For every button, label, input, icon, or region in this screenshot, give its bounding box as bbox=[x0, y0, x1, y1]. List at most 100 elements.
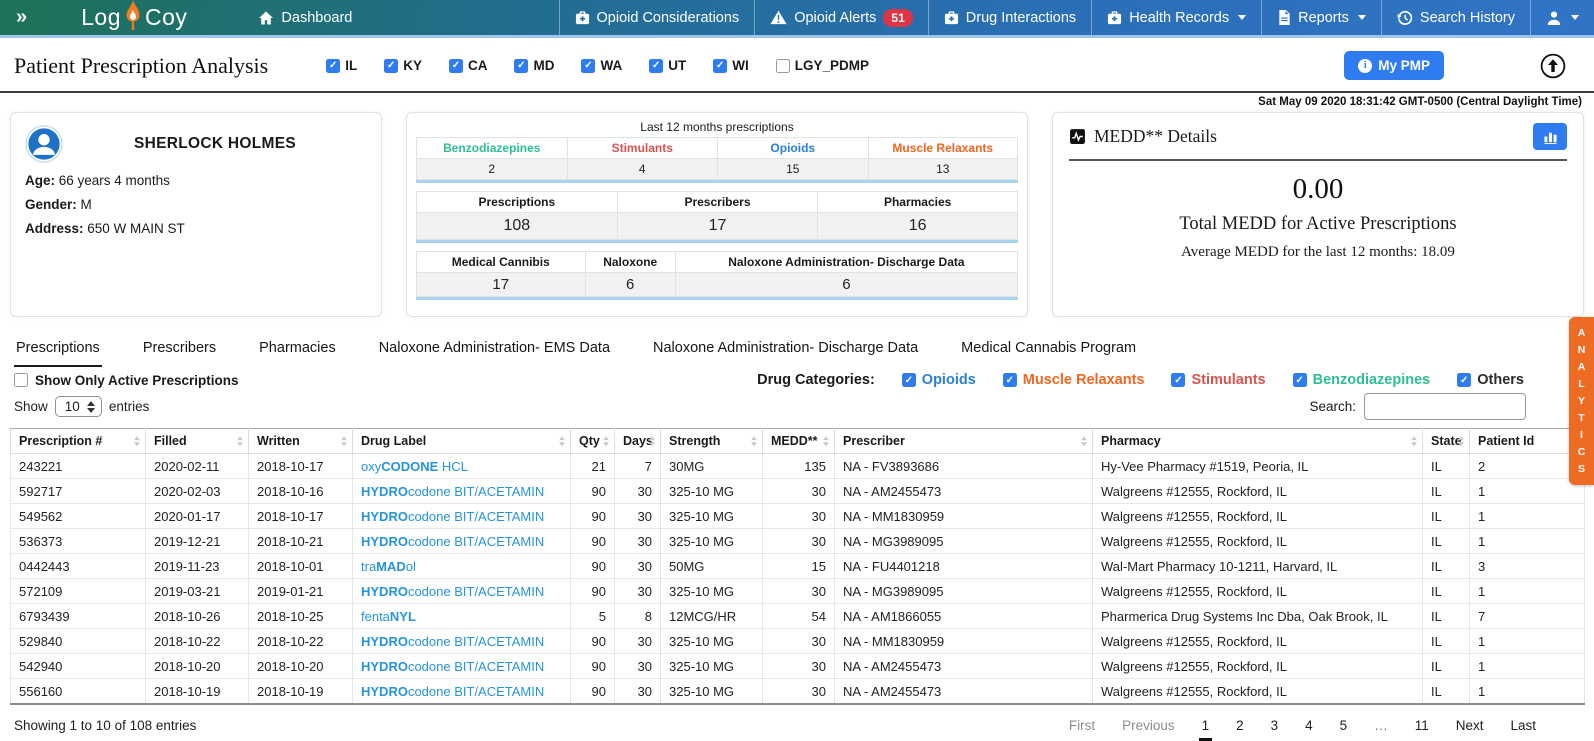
checkbox-checked[interactable]: ✓ bbox=[902, 373, 916, 387]
drug-label-link[interactable]: fentaNYL bbox=[361, 609, 416, 624]
state-filter-ky[interactable]: ✓KY bbox=[384, 58, 422, 73]
col-header-qty[interactable]: Qty bbox=[571, 429, 615, 454]
checkbox-checked[interactable]: ✓ bbox=[1293, 373, 1307, 387]
cell-filled-date: 2018-10-19 bbox=[146, 679, 249, 705]
cell-patient-id: 1 bbox=[1470, 529, 1585, 554]
checkbox-checked[interactable]: ✓ bbox=[581, 59, 595, 73]
page-next[interactable]: Next bbox=[1456, 718, 1484, 733]
page-size-select[interactable]: 10 bbox=[55, 396, 102, 417]
col-header-filled[interactable]: Filled bbox=[146, 429, 249, 454]
cell-strength: 325-10 MG bbox=[661, 479, 763, 504]
drug-category-benzodiazepines[interactable]: ✓Benzodiazepines bbox=[1293, 372, 1431, 388]
cell-written-date: 2019-01-21 bbox=[249, 579, 353, 604]
search-input[interactable] bbox=[1364, 393, 1526, 420]
drug-label-link[interactable]: HYDROcodone BIT/ACETAMIN bbox=[361, 534, 544, 549]
drug-category-stimulants[interactable]: ✓Stimulants bbox=[1171, 372, 1265, 388]
logicoy-logo[interactable]: Log Coy bbox=[41, 0, 197, 35]
category-value-muscle-relaxants: 13 bbox=[868, 158, 1019, 180]
nav-dashboard[interactable]: Dashboard bbox=[243, 0, 367, 35]
state-label: MD bbox=[533, 58, 554, 73]
medd-chart-button[interactable] bbox=[1533, 123, 1567, 150]
cell-medd: 54 bbox=[763, 604, 835, 629]
drug-label-link[interactable]: HYDROcodone BIT/ACETAMIN bbox=[361, 584, 544, 599]
drug-label-link[interactable]: HYDROcodone BIT/ACETAMIN bbox=[361, 484, 544, 499]
analytics-side-tab[interactable]: ANALYTICS bbox=[1569, 317, 1594, 485]
age-label: Age: bbox=[25, 173, 55, 188]
my-pmp-button[interactable]: i My PMP bbox=[1344, 51, 1444, 80]
checkbox-checked[interactable]: ✓ bbox=[713, 59, 727, 73]
drug-label-link[interactable]: HYDROcodone BIT/ACETAMIN bbox=[361, 684, 544, 699]
state-filter-md[interactable]: ✓ MD bbox=[514, 58, 554, 73]
drug-label-link[interactable]: HYDROcodone BIT/ACETAMIN bbox=[361, 659, 544, 674]
tab-prescriptions[interactable]: Prescriptions bbox=[14, 334, 102, 367]
checkbox-checked[interactable]: ✓ bbox=[449, 59, 463, 73]
nav-opioid-alerts[interactable]: Opioid Alerts 51 bbox=[754, 0, 928, 35]
page-11[interactable]: 11 bbox=[1415, 718, 1429, 733]
scroll-top-icon[interactable] bbox=[1540, 53, 1566, 79]
drug-label-link[interactable]: traMADol bbox=[361, 559, 416, 574]
medd-report-icon bbox=[1069, 128, 1086, 145]
checkbox-checked[interactable]: ✓ bbox=[1003, 373, 1017, 387]
col-header-prescriber[interactable]: Prescriber bbox=[835, 429, 1093, 454]
col-header-strength[interactable]: Strength bbox=[661, 429, 763, 454]
checkbox-checked[interactable]: ✓ bbox=[649, 59, 663, 73]
col-header-days[interactable]: Days bbox=[615, 429, 661, 454]
cell-medd: 30 bbox=[763, 629, 835, 654]
col-header-prescription[interactable]: Prescription # bbox=[11, 429, 146, 454]
col-header-pharmacy[interactable]: Pharmacy bbox=[1093, 429, 1423, 454]
col-header-medd[interactable]: MEDD** bbox=[763, 429, 835, 454]
nav-search-history[interactable]: Search History bbox=[1381, 0, 1530, 35]
checkbox-checked[interactable]: ✓ bbox=[1171, 373, 1185, 387]
nav-reports-label: Reports bbox=[1298, 10, 1349, 26]
cell-written-date: 2018-10-16 bbox=[249, 479, 353, 504]
sort-icon bbox=[649, 436, 655, 446]
page-3[interactable]: 3 bbox=[1271, 718, 1279, 733]
drug-category-opioids[interactable]: ✓Opioids bbox=[902, 372, 976, 388]
state-filter-wa[interactable]: ✓WA bbox=[581, 58, 622, 73]
tab-naloxone-administration-ems-data[interactable]: Naloxone Administration- EMS Data bbox=[377, 334, 612, 367]
state-filter-ut[interactable]: ✓UT bbox=[649, 58, 686, 73]
nav-health-records[interactable]: Health Records bbox=[1091, 0, 1261, 35]
checkbox-checked[interactable]: ✓ bbox=[1457, 373, 1471, 387]
tab-prescribers[interactable]: Prescribers bbox=[141, 334, 218, 367]
cell-prescription-number: 0442443 bbox=[11, 554, 146, 579]
nav-opioid-considerations[interactable]: Opioid Considerations bbox=[559, 0, 755, 35]
drug-category-muscle-relaxants[interactable]: ✓Muscle Relaxants bbox=[1003, 372, 1145, 388]
page-5[interactable]: 5 bbox=[1340, 718, 1348, 733]
state-filter-wi[interactable]: ✓WI bbox=[713, 58, 749, 73]
tab-naloxone-administration-discharge-data[interactable]: Naloxone Administration- Discharge Data bbox=[651, 334, 920, 367]
drug-category-others[interactable]: ✓Others bbox=[1457, 372, 1524, 388]
cell-drug-label: HYDROcodone BIT/ACETAMIN bbox=[353, 479, 571, 504]
sidebar-collapse-icon[interactable]: » bbox=[0, 0, 41, 35]
col-header-state[interactable]: State bbox=[1423, 429, 1470, 454]
nav-user-menu[interactable] bbox=[1530, 0, 1594, 35]
count-value-pharmacies: 16 bbox=[817, 212, 1018, 240]
nav-drug-interactions-label: Drug Interactions bbox=[966, 10, 1076, 26]
page-1[interactable]: 1 bbox=[1202, 718, 1210, 733]
cell-days: 30 bbox=[615, 504, 661, 529]
checkbox-checked[interactable]: ✓ bbox=[326, 59, 340, 73]
patient-avatar-icon bbox=[25, 125, 63, 163]
page-last[interactable]: Last bbox=[1510, 718, 1536, 733]
show-only-active-checkbox[interactable]: Show Only Active Prescriptions bbox=[14, 373, 239, 388]
page-4[interactable]: 4 bbox=[1305, 718, 1313, 733]
tab-pharmacies[interactable]: Pharmacies bbox=[257, 334, 338, 367]
nav-drug-interactions[interactable]: Drug Interactions bbox=[928, 0, 1091, 35]
tab-medical-cannabis-program[interactable]: Medical Cannabis Program bbox=[959, 334, 1138, 367]
col-header-drug-label[interactable]: Drug Label bbox=[353, 429, 571, 454]
state-filter-lgy-pdmp[interactable]: LGY_PDMP bbox=[776, 58, 869, 73]
checkbox-checked[interactable]: ✓ bbox=[384, 59, 398, 73]
checkbox-unchecked[interactable] bbox=[776, 59, 790, 73]
sort-icon bbox=[1458, 436, 1464, 446]
checkbox-checked[interactable]: ✓ bbox=[514, 59, 528, 73]
col-header-written[interactable]: Written bbox=[249, 429, 353, 454]
drug-label-link[interactable]: oxyCODONE HCL bbox=[361, 459, 468, 474]
state-filter-ca[interactable]: ✓CA bbox=[449, 58, 488, 73]
page-2[interactable]: 2 bbox=[1236, 718, 1244, 733]
checkbox-unchecked[interactable] bbox=[14, 373, 28, 387]
nav-reports[interactable]: Reports bbox=[1261, 0, 1381, 35]
col-header-patient-id[interactable]: Patient Id bbox=[1470, 429, 1585, 454]
state-filter-il[interactable]: ✓IL bbox=[326, 58, 357, 73]
drug-label-link[interactable]: HYDROcodone BIT/ACETAMIN bbox=[361, 634, 544, 649]
drug-label-link[interactable]: HYDROcodone BIT/ACETAMIN bbox=[361, 509, 544, 524]
